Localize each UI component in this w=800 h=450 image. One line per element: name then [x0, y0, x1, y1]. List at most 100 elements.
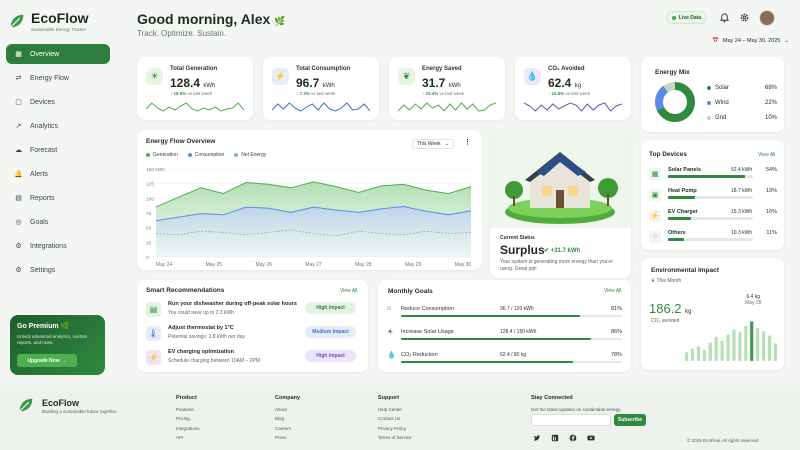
goal-pct: 78% — [610, 352, 622, 358]
footer-link[interactable]: Careers — [275, 424, 300, 434]
solar-icon: ☀ — [387, 329, 394, 336]
sidebar-item-settings[interactable]: ⚙ Settings — [6, 260, 110, 280]
device-value: 52.4 kWh — [731, 167, 753, 173]
impact-bar — [685, 352, 689, 361]
sidebar-item-forecast[interactable]: ☁ Forecast — [6, 140, 110, 160]
mix-label: Grid — [715, 115, 727, 121]
impact-bar — [773, 343, 777, 361]
y-tick-label: 75 — [146, 211, 152, 217]
kpi-card[interactable]: ☀ Total Generation 128.4 kWh ↑ 18.6% vs las… — [137, 57, 253, 120]
devices-view-all[interactable]: View All — [758, 152, 775, 158]
footer-link[interactable]: Contact Us — [378, 414, 412, 424]
kpi-change-value: ↓ 7.3% — [296, 91, 310, 96]
recommendation-row[interactable]: ▤ Run your dishwasher during off-peak sol… — [146, 299, 358, 321]
impact-badge[interactable]: High Impact — [305, 302, 356, 314]
footer-link[interactable]: Privacy Policy — [378, 424, 412, 434]
kpi-card[interactable]: 💧 CO₂ Avoided 62.4 kg ↑ 15.8% vs last week — [515, 57, 631, 120]
recommendation-row[interactable]: 🌡 Adjust thermostat by 1°C Potential savin… — [146, 323, 358, 345]
facebook-icon[interactable] — [569, 434, 577, 442]
sidebar-item-overview[interactable]: ▦ Overview — [6, 44, 110, 64]
footer-link[interactable]: Features — [176, 405, 200, 415]
sidebar-item-energy-flow[interactable]: ⇄ Energy Flow — [6, 68, 110, 88]
impact-bar — [726, 334, 730, 361]
integration-icon: ⚙ — [15, 243, 22, 250]
recommendation-sub: You could save up to 2.3 kWh — [168, 310, 234, 316]
footer-link[interactable]: Pricing — [176, 414, 200, 424]
kpi-card[interactable]: ⚡ Total Consumption 96.7 kWh ↓ 7.3% vs last… — [263, 57, 379, 120]
grid-icon: ▦ — [15, 51, 22, 58]
arrow-right-icon: → — [61, 357, 67, 364]
bell-icon[interactable] — [719, 12, 730, 23]
impact-badge[interactable]: High Impact — [305, 350, 356, 362]
device-row[interactable]: ▣ Heat Pump 18.7 kWh 19% — [649, 187, 777, 207]
legend-item: Consumption — [187, 152, 224, 158]
sun-icon: ☀ — [146, 68, 163, 85]
device-row[interactable]: ⚡ EV Charger 15.3 kWh 16% — [649, 208, 777, 228]
energy-flow-chart: 150 kWh 125 100 75 50 25 0 May 24 May 25 May 26 Ma… — [146, 167, 471, 268]
upgrade-button[interactable]: Upgrade Now → — [17, 354, 77, 367]
impact-bar — [708, 342, 712, 361]
sparkline-path — [146, 102, 244, 112]
period-select[interactable]: This Week ⌄ — [412, 139, 454, 149]
goal-row[interactable]: 💧 CO₂ Reduction 62.4 / 80 kg 78% — [387, 352, 622, 374]
sidebar-item-reports[interactable]: ▤ Reports — [6, 188, 110, 208]
footer-link[interactable]: Integrations — [176, 424, 200, 434]
device-bar — [668, 217, 753, 220]
recommendation-title: EV charging optimization — [168, 349, 235, 355]
recommendation-row[interactable]: ⚡ EV charging optimization Schedule chargi… — [146, 347, 358, 369]
brand-logo[interactable]: EcoFlow Sustainable Energy Tracker — [8, 10, 89, 32]
youtube-icon[interactable] — [587, 434, 595, 442]
recommendation-sub: Schedule charging between 10AM – 2PM — [168, 358, 261, 364]
sidebar-item-integrations[interactable]: ⚙ Integrations — [6, 236, 110, 256]
goal-name: Increase Solar Usage — [401, 329, 454, 335]
sidebar-item-label: Analytics — [30, 122, 59, 130]
goal-row[interactable]: ⌂ Reduce Consumption 96.7 / 120 kWh 81% — [387, 305, 622, 328]
kpi-label: Total Consumption — [296, 66, 351, 72]
impact-bar — [756, 328, 760, 361]
twitter-icon[interactable] — [533, 434, 541, 442]
linkedin-icon[interactable] — [551, 434, 559, 442]
device-bar-fill — [668, 196, 695, 199]
footer-link[interactable]: Press — [275, 433, 300, 443]
footer-link[interactable]: About — [275, 405, 300, 415]
greeting: Good morning, Alex 🌿 — [137, 11, 285, 27]
device-name: Others — [668, 230, 686, 236]
leaf-icon: 🌿 — [274, 16, 286, 26]
ev-charger-icon: ⚡ — [649, 210, 661, 222]
sidebar-item-devices[interactable]: ▢ Devices — [6, 92, 110, 112]
brand-tagline: Sustainable Energy Tracker — [31, 27, 87, 32]
device-row[interactable]: ▦ Solar Panels 52.4 kWh 54% — [649, 166, 777, 186]
more-icon[interactable]: ⋮ — [464, 138, 471, 146]
sidebar-item-goals[interactable]: ◎ Goals — [6, 212, 110, 232]
impact-bar — [696, 346, 701, 361]
footer-link[interactable]: Terms of Service — [378, 433, 412, 443]
goal-row[interactable]: ☀ Increase Solar Usage 128.4 / 150 kWh 86% — [387, 329, 622, 351]
goals-view-all[interactable]: View All — [604, 288, 621, 294]
recommendations-view-all[interactable]: View All — [340, 288, 357, 294]
mix-label: Wind — [715, 100, 729, 106]
device-pct: 54% — [765, 167, 777, 173]
sidebar-item-alerts[interactable]: 🔔 Alerts — [6, 164, 110, 184]
impact-bar — [767, 335, 772, 361]
sidebar-item-analytics[interactable]: ↗ Analytics — [6, 116, 110, 136]
kpi-card[interactable]: ❦ Energy Saved 31.7 kWh ↑ 23.4% vs last wee… — [389, 57, 505, 120]
live-data-badge[interactable]: Live Data — [666, 11, 707, 24]
home-icon: ⌂ — [387, 305, 392, 312]
impact-period-text: This Month — [656, 278, 682, 284]
subscribe-button[interactable]: Subscribe — [614, 414, 646, 426]
sidebar-item-label: Energy Flow — [30, 74, 69, 82]
footer-link[interactable]: API — [176, 433, 200, 443]
device-row[interactable]: ⁘ Others 10.3 kWh 11% — [649, 229, 777, 249]
avatar[interactable] — [759, 10, 775, 26]
goal-name: Reduce Consumption — [401, 306, 454, 312]
footer-link[interactable]: Help Center — [378, 405, 412, 415]
sparkline-path — [524, 102, 622, 112]
gear-icon[interactable] — [739, 12, 750, 23]
footer-link[interactable]: Blog — [275, 414, 300, 424]
date-range-picker[interactable]: 📅 May 24 – May 30, 2025 ⌄ — [712, 38, 789, 44]
kpi-unit: kg — [574, 83, 582, 89]
email-input[interactable] — [531, 414, 611, 426]
impact-badge[interactable]: Medium Impact — [305, 326, 356, 338]
kpi-sparkline — [398, 102, 496, 112]
connected-desc: Get the latest updates on sustainable en… — [531, 406, 622, 412]
